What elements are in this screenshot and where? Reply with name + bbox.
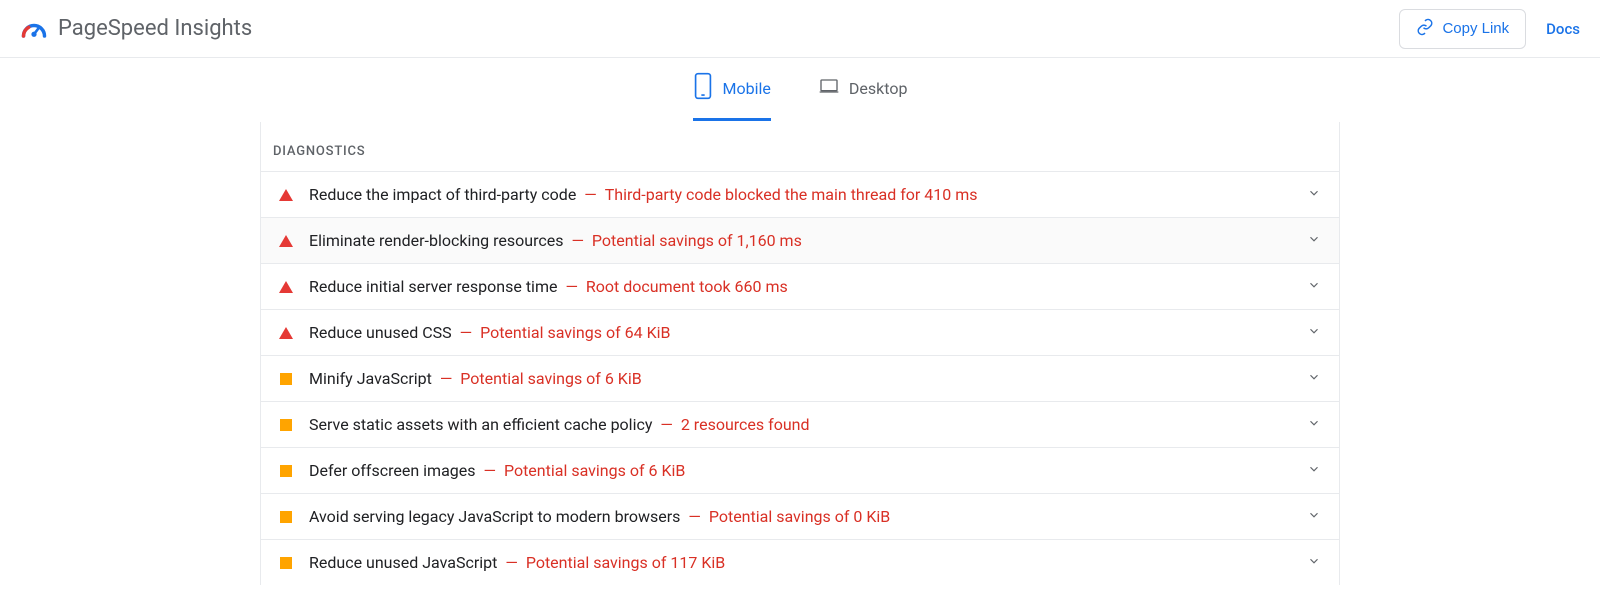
diagnostic-separator: — xyxy=(480,461,500,480)
diagnostic-row-left: Defer offscreen images — Potential savin… xyxy=(279,461,685,480)
diagnostic-row-left: Minify JavaScript — Potential savings of… xyxy=(279,369,642,388)
diagnostic-row[interactable]: Minify JavaScript — Potential savings of… xyxy=(261,355,1339,401)
warn-square-icon xyxy=(279,372,293,386)
pagespeed-logo-icon xyxy=(20,15,48,43)
device-tabs: Mobile Desktop xyxy=(0,58,1600,122)
diagnostic-row[interactable]: Serve static assets with an efficient ca… xyxy=(261,401,1339,447)
tab-desktop-label: Desktop xyxy=(849,79,908,98)
chevron-down-icon xyxy=(1307,462,1321,479)
app-title: PageSpeed Insights xyxy=(58,16,252,41)
warn-square-icon xyxy=(279,418,293,432)
diagnostic-row[interactable]: Reduce initial server response time — Ro… xyxy=(261,263,1339,309)
diagnostic-detail: Potential savings of 0 KiB xyxy=(709,507,890,526)
diagnostic-detail: Third-party code blocked the main thread… xyxy=(605,185,978,204)
diagnostic-separator: — xyxy=(684,507,704,526)
diagnostic-row-left: Reduce initial server response time — Ro… xyxy=(279,277,788,296)
diagnostic-detail: Potential savings of 117 KiB xyxy=(526,553,725,572)
diagnostic-separator: — xyxy=(436,369,456,388)
diagnostic-text: Minify JavaScript — Potential savings of… xyxy=(309,369,642,388)
fail-triangle-icon xyxy=(279,188,293,202)
diagnostic-text: Reduce unused CSS — Potential savings of… xyxy=(309,323,670,342)
warn-square-icon xyxy=(279,556,293,570)
copy-link-button[interactable]: Copy Link xyxy=(1399,9,1526,49)
fail-triangle-icon xyxy=(279,234,293,248)
diagnostic-title: Eliminate render-blocking resources xyxy=(309,231,563,250)
header-right: Copy Link Docs xyxy=(1399,9,1580,49)
diagnostic-detail: Potential savings of 1,160 ms xyxy=(592,231,802,250)
diagnostic-detail: Potential savings of 64 KiB xyxy=(480,323,670,342)
diagnostics-panel: DIAGNOSTICS Reduce the impact of third-p… xyxy=(260,122,1340,585)
copy-link-label: Copy Link xyxy=(1442,20,1509,37)
diagnostic-title: Reduce initial server response time xyxy=(309,277,557,296)
diagnostics-list: Reduce the impact of third-party code — … xyxy=(261,171,1339,585)
diagnostic-text: Avoid serving legacy JavaScript to moder… xyxy=(309,507,890,526)
chevron-down-icon xyxy=(1307,324,1321,341)
diagnostic-row[interactable]: Eliminate render-blocking resources — Po… xyxy=(261,217,1339,263)
chevron-down-icon xyxy=(1307,232,1321,249)
diagnostic-separator: — xyxy=(580,185,600,204)
diagnostic-separator: — xyxy=(501,553,521,572)
warn-square-icon xyxy=(279,510,293,524)
diagnostic-title: Serve static assets with an efficient ca… xyxy=(309,415,652,434)
mobile-icon xyxy=(693,72,713,104)
tab-mobile-label: Mobile xyxy=(723,79,771,98)
diagnostic-title: Minify JavaScript xyxy=(309,369,432,388)
chevron-down-icon xyxy=(1307,370,1321,387)
fail-triangle-icon xyxy=(279,326,293,340)
warn-square-icon xyxy=(279,464,293,478)
diagnostic-detail: Root document took 660 ms xyxy=(586,277,788,296)
chevron-down-icon xyxy=(1307,554,1321,571)
diagnostic-detail: 2 resources found xyxy=(681,415,810,434)
diagnostic-text: Defer offscreen images — Potential savin… xyxy=(309,461,685,480)
diagnostic-title: Avoid serving legacy JavaScript to moder… xyxy=(309,507,680,526)
app-header: PageSpeed Insights Copy Link Docs xyxy=(0,0,1600,58)
diagnostic-row-left: Avoid serving legacy JavaScript to moder… xyxy=(279,507,890,526)
chevron-down-icon xyxy=(1307,186,1321,203)
diagnostic-text: Serve static assets with an efficient ca… xyxy=(309,415,810,434)
diagnostic-title: Defer offscreen images xyxy=(309,461,476,480)
diagnostic-text: Reduce unused JavaScript — Potential sav… xyxy=(309,553,725,572)
diagnostic-separator: — xyxy=(567,231,587,250)
fail-triangle-icon xyxy=(279,280,293,294)
diagnostic-row[interactable]: Avoid serving legacy JavaScript to moder… xyxy=(261,493,1339,539)
diagnostic-detail: Potential savings of 6 KiB xyxy=(460,369,641,388)
diagnostic-row-left: Reduce the impact of third-party code — … xyxy=(279,185,978,204)
diagnostic-row-left: Reduce unused JavaScript — Potential sav… xyxy=(279,553,725,572)
chevron-down-icon xyxy=(1307,278,1321,295)
diagnostic-text: Reduce initial server response time — Ro… xyxy=(309,277,788,296)
diagnostic-title: Reduce unused CSS xyxy=(309,323,452,342)
diagnostic-text: Reduce the impact of third-party code — … xyxy=(309,185,978,204)
diagnostic-row-left: Serve static assets with an efficient ca… xyxy=(279,415,810,434)
diagnostic-detail: Potential savings of 6 KiB xyxy=(504,461,685,480)
diagnostic-separator: — xyxy=(456,323,476,342)
diagnostic-text: Eliminate render-blocking resources — Po… xyxy=(309,231,802,250)
diagnostic-title: Reduce the impact of third-party code xyxy=(309,185,576,204)
tab-desktop[interactable]: Desktop xyxy=(819,72,908,121)
tab-mobile[interactable]: Mobile xyxy=(693,72,771,121)
diagnostic-separator: — xyxy=(561,277,581,296)
link-icon xyxy=(1416,18,1434,40)
diagnostic-row[interactable]: Defer offscreen images — Potential savin… xyxy=(261,447,1339,493)
diagnostic-title: Reduce unused JavaScript xyxy=(309,553,497,572)
diagnostic-row-left: Eliminate render-blocking resources — Po… xyxy=(279,231,802,250)
diagnostic-separator: — xyxy=(656,415,676,434)
header-left: PageSpeed Insights xyxy=(20,15,252,43)
chevron-down-icon xyxy=(1307,508,1321,525)
chevron-down-icon xyxy=(1307,416,1321,433)
diagnostic-row-left: Reduce unused CSS — Potential savings of… xyxy=(279,323,670,342)
diagnostic-row[interactable]: Reduce the impact of third-party code — … xyxy=(261,171,1339,217)
content-wrap: DIAGNOSTICS Reduce the impact of third-p… xyxy=(0,122,1600,585)
section-title: DIAGNOSTICS xyxy=(261,122,1339,171)
desktop-icon xyxy=(819,72,839,104)
diagnostic-row[interactable]: Reduce unused JavaScript — Potential sav… xyxy=(261,539,1339,585)
diagnostic-row[interactable]: Reduce unused CSS — Potential savings of… xyxy=(261,309,1339,355)
docs-link[interactable]: Docs xyxy=(1546,20,1580,38)
